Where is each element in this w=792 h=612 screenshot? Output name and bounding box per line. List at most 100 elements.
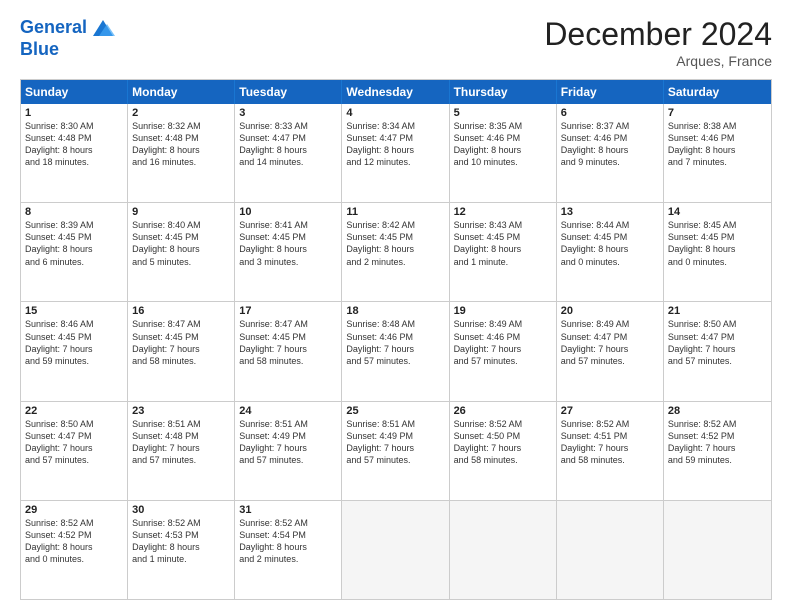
day-info: Sunrise: 8:37 AM Sunset: 4:46 PM Dayligh… bbox=[561, 120, 659, 169]
day-cell-9: 9Sunrise: 8:40 AM Sunset: 4:45 PM Daylig… bbox=[128, 203, 235, 301]
calendar-row-1: 1Sunrise: 8:30 AM Sunset: 4:48 PM Daylig… bbox=[21, 104, 771, 202]
header-cell-tuesday: Tuesday bbox=[235, 80, 342, 104]
empty-cell bbox=[664, 501, 771, 599]
day-info: Sunrise: 8:39 AM Sunset: 4:45 PM Dayligh… bbox=[25, 219, 123, 268]
day-number: 22 bbox=[25, 405, 123, 417]
calendar-row-3: 15Sunrise: 8:46 AM Sunset: 4:45 PM Dayli… bbox=[21, 301, 771, 400]
day-info: Sunrise: 8:51 AM Sunset: 4:49 PM Dayligh… bbox=[346, 418, 444, 467]
day-cell-27: 27Sunrise: 8:52 AM Sunset: 4:51 PM Dayli… bbox=[557, 402, 664, 500]
calendar-body: 1Sunrise: 8:30 AM Sunset: 4:48 PM Daylig… bbox=[21, 104, 771, 599]
day-cell-5: 5Sunrise: 8:35 AM Sunset: 4:46 PM Daylig… bbox=[450, 104, 557, 202]
day-info: Sunrise: 8:52 AM Sunset: 4:51 PM Dayligh… bbox=[561, 418, 659, 467]
calendar-row-4: 22Sunrise: 8:50 AM Sunset: 4:47 PM Dayli… bbox=[21, 401, 771, 500]
day-info: Sunrise: 8:48 AM Sunset: 4:46 PM Dayligh… bbox=[346, 318, 444, 367]
day-number: 19 bbox=[454, 305, 552, 317]
page: General Blue December 2024 Arques, Franc… bbox=[0, 0, 792, 612]
day-number: 17 bbox=[239, 305, 337, 317]
day-number: 1 bbox=[25, 107, 123, 119]
day-cell-13: 13Sunrise: 8:44 AM Sunset: 4:45 PM Dayli… bbox=[557, 203, 664, 301]
day-info: Sunrise: 8:52 AM Sunset: 4:50 PM Dayligh… bbox=[454, 418, 552, 467]
day-info: Sunrise: 8:49 AM Sunset: 4:47 PM Dayligh… bbox=[561, 318, 659, 367]
day-cell-20: 20Sunrise: 8:49 AM Sunset: 4:47 PM Dayli… bbox=[557, 302, 664, 400]
day-cell-12: 12Sunrise: 8:43 AM Sunset: 4:45 PM Dayli… bbox=[450, 203, 557, 301]
day-info: Sunrise: 8:43 AM Sunset: 4:45 PM Dayligh… bbox=[454, 219, 552, 268]
day-number: 16 bbox=[132, 305, 230, 317]
day-number: 15 bbox=[25, 305, 123, 317]
calendar: SundayMondayTuesdayWednesdayThursdayFrid… bbox=[20, 79, 772, 600]
day-info: Sunrise: 8:41 AM Sunset: 4:45 PM Dayligh… bbox=[239, 219, 337, 268]
header-cell-thursday: Thursday bbox=[450, 80, 557, 104]
day-info: Sunrise: 8:50 AM Sunset: 4:47 PM Dayligh… bbox=[668, 318, 767, 367]
logo-icon bbox=[89, 16, 117, 40]
empty-cell bbox=[557, 501, 664, 599]
day-info: Sunrise: 8:51 AM Sunset: 4:48 PM Dayligh… bbox=[132, 418, 230, 467]
day-number: 9 bbox=[132, 206, 230, 218]
day-cell-29: 29Sunrise: 8:52 AM Sunset: 4:52 PM Dayli… bbox=[21, 501, 128, 599]
day-number: 23 bbox=[132, 405, 230, 417]
day-cell-11: 11Sunrise: 8:42 AM Sunset: 4:45 PM Dayli… bbox=[342, 203, 449, 301]
day-cell-1: 1Sunrise: 8:30 AM Sunset: 4:48 PM Daylig… bbox=[21, 104, 128, 202]
day-info: Sunrise: 8:30 AM Sunset: 4:48 PM Dayligh… bbox=[25, 120, 123, 169]
day-cell-6: 6Sunrise: 8:37 AM Sunset: 4:46 PM Daylig… bbox=[557, 104, 664, 202]
day-number: 6 bbox=[561, 107, 659, 119]
day-number: 20 bbox=[561, 305, 659, 317]
day-number: 29 bbox=[25, 504, 123, 516]
day-info: Sunrise: 8:47 AM Sunset: 4:45 PM Dayligh… bbox=[239, 318, 337, 367]
title-block: December 2024 Arques, France bbox=[544, 16, 772, 69]
day-cell-24: 24Sunrise: 8:51 AM Sunset: 4:49 PM Dayli… bbox=[235, 402, 342, 500]
day-cell-21: 21Sunrise: 8:50 AM Sunset: 4:47 PM Dayli… bbox=[664, 302, 771, 400]
day-info: Sunrise: 8:42 AM Sunset: 4:45 PM Dayligh… bbox=[346, 219, 444, 268]
day-info: Sunrise: 8:34 AM Sunset: 4:47 PM Dayligh… bbox=[346, 120, 444, 169]
day-info: Sunrise: 8:33 AM Sunset: 4:47 PM Dayligh… bbox=[239, 120, 337, 169]
day-info: Sunrise: 8:52 AM Sunset: 4:52 PM Dayligh… bbox=[25, 517, 123, 566]
day-number: 26 bbox=[454, 405, 552, 417]
day-cell-8: 8Sunrise: 8:39 AM Sunset: 4:45 PM Daylig… bbox=[21, 203, 128, 301]
day-number: 10 bbox=[239, 206, 337, 218]
header-cell-saturday: Saturday bbox=[664, 80, 771, 104]
day-cell-23: 23Sunrise: 8:51 AM Sunset: 4:48 PM Dayli… bbox=[128, 402, 235, 500]
day-number: 11 bbox=[346, 206, 444, 218]
empty-cell bbox=[342, 501, 449, 599]
month-title: December 2024 bbox=[544, 16, 772, 53]
day-cell-16: 16Sunrise: 8:47 AM Sunset: 4:45 PM Dayli… bbox=[128, 302, 235, 400]
header: General Blue December 2024 Arques, Franc… bbox=[20, 16, 772, 69]
day-cell-22: 22Sunrise: 8:50 AM Sunset: 4:47 PM Dayli… bbox=[21, 402, 128, 500]
day-info: Sunrise: 8:45 AM Sunset: 4:45 PM Dayligh… bbox=[668, 219, 767, 268]
day-cell-14: 14Sunrise: 8:45 AM Sunset: 4:45 PM Dayli… bbox=[664, 203, 771, 301]
logo: General Blue bbox=[20, 16, 117, 60]
day-cell-17: 17Sunrise: 8:47 AM Sunset: 4:45 PM Dayli… bbox=[235, 302, 342, 400]
day-number: 25 bbox=[346, 405, 444, 417]
day-info: Sunrise: 8:40 AM Sunset: 4:45 PM Dayligh… bbox=[132, 219, 230, 268]
day-info: Sunrise: 8:50 AM Sunset: 4:47 PM Dayligh… bbox=[25, 418, 123, 467]
day-cell-18: 18Sunrise: 8:48 AM Sunset: 4:46 PM Dayli… bbox=[342, 302, 449, 400]
location: Arques, France bbox=[544, 53, 772, 69]
day-cell-15: 15Sunrise: 8:46 AM Sunset: 4:45 PM Dayli… bbox=[21, 302, 128, 400]
day-cell-28: 28Sunrise: 8:52 AM Sunset: 4:52 PM Dayli… bbox=[664, 402, 771, 500]
day-cell-7: 7Sunrise: 8:38 AM Sunset: 4:46 PM Daylig… bbox=[664, 104, 771, 202]
day-number: 30 bbox=[132, 504, 230, 516]
day-number: 2 bbox=[132, 107, 230, 119]
day-number: 13 bbox=[561, 206, 659, 218]
day-cell-31: 31Sunrise: 8:52 AM Sunset: 4:54 PM Dayli… bbox=[235, 501, 342, 599]
header-cell-wednesday: Wednesday bbox=[342, 80, 449, 104]
day-cell-3: 3Sunrise: 8:33 AM Sunset: 4:47 PM Daylig… bbox=[235, 104, 342, 202]
header-cell-friday: Friday bbox=[557, 80, 664, 104]
day-number: 31 bbox=[239, 504, 337, 516]
calendar-header: SundayMondayTuesdayWednesdayThursdayFrid… bbox=[21, 80, 771, 104]
day-cell-4: 4Sunrise: 8:34 AM Sunset: 4:47 PM Daylig… bbox=[342, 104, 449, 202]
day-info: Sunrise: 8:47 AM Sunset: 4:45 PM Dayligh… bbox=[132, 318, 230, 367]
day-info: Sunrise: 8:52 AM Sunset: 4:53 PM Dayligh… bbox=[132, 517, 230, 566]
day-number: 14 bbox=[668, 206, 767, 218]
day-number: 18 bbox=[346, 305, 444, 317]
day-number: 8 bbox=[25, 206, 123, 218]
day-info: Sunrise: 8:49 AM Sunset: 4:46 PM Dayligh… bbox=[454, 318, 552, 367]
day-number: 3 bbox=[239, 107, 337, 119]
day-number: 21 bbox=[668, 305, 767, 317]
day-info: Sunrise: 8:51 AM Sunset: 4:49 PM Dayligh… bbox=[239, 418, 337, 467]
day-cell-25: 25Sunrise: 8:51 AM Sunset: 4:49 PM Dayli… bbox=[342, 402, 449, 500]
day-info: Sunrise: 8:32 AM Sunset: 4:48 PM Dayligh… bbox=[132, 120, 230, 169]
day-cell-30: 30Sunrise: 8:52 AM Sunset: 4:53 PM Dayli… bbox=[128, 501, 235, 599]
day-info: Sunrise: 8:52 AM Sunset: 4:52 PM Dayligh… bbox=[668, 418, 767, 467]
day-number: 7 bbox=[668, 107, 767, 119]
header-cell-monday: Monday bbox=[128, 80, 235, 104]
